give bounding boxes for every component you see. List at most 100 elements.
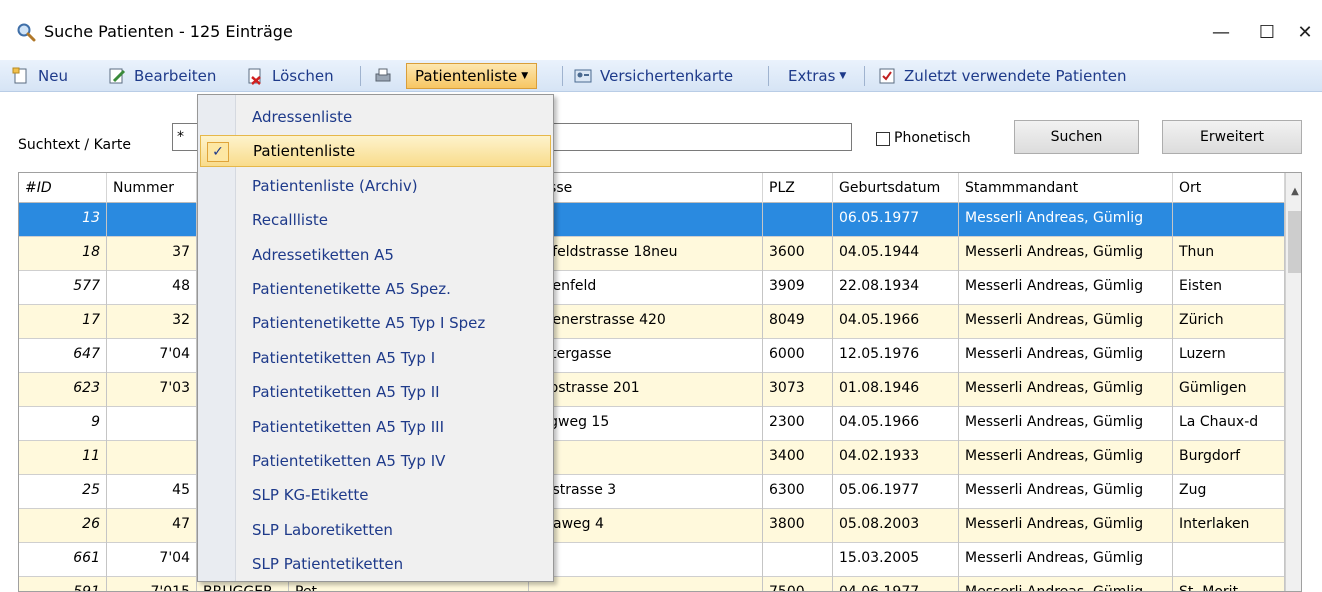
menu-item[interactable]: SLP KG-Etikette — [200, 479, 551, 511]
extras-label: Extras — [788, 67, 836, 85]
table-cell-adresse: edstrasse 3 — [529, 475, 763, 509]
table-cell-geburt: 22.08.1934 — [833, 271, 959, 305]
table-cell-nummer: 45 — [107, 475, 197, 509]
new-label: Neu — [38, 67, 68, 85]
table-cell-adresse — [529, 441, 763, 475]
table-cell-geburt: 04.05.1944 — [833, 237, 959, 271]
patientlist-dropdown-button[interactable]: Patientenliste ▼ — [406, 63, 538, 89]
table-cell-plz: 3600 — [763, 237, 833, 271]
table-cell-adresse: eefeldstrasse 18neu — [529, 237, 763, 271]
table-cell-plz: 8049 — [763, 305, 833, 339]
menu-item[interactable]: Patientenliste (Archiv) — [200, 170, 551, 202]
recent-patients-label: Zuletzt verwendete Patienten — [904, 67, 1127, 85]
menu-item-label: SLP Patientetiketten — [252, 555, 404, 574]
extras-dropdown-button[interactable]: Extras ▼ — [788, 64, 846, 88]
edit-button[interactable]: Bearbeiten — [108, 64, 216, 88]
column-header[interactable]: Nummer — [107, 173, 197, 203]
menu-item-label: Patientenliste — [253, 142, 356, 161]
menu-item[interactable]: Patientenetikette A5 Spez. — [200, 273, 551, 305]
column-header[interactable]: Stammmandant — [959, 173, 1173, 203]
column-header[interactable]: #ID — [19, 173, 107, 203]
menu-item-label: SLP Laboretiketten — [252, 520, 393, 539]
table-cell-ort — [1173, 203, 1285, 237]
table-cell-nummer: 7'03 — [107, 373, 197, 407]
column-header[interactable]: resse — [529, 173, 763, 203]
extended-search-button[interactable]: Erweitert — [1162, 120, 1302, 154]
vertical-scrollbar[interactable]: ▲ — [1285, 173, 1301, 591]
phonetic-checkbox[interactable] — [876, 132, 890, 146]
menu-item[interactable]: SLP Laboretiketten — [200, 514, 551, 546]
table-cell-mandant: Messerli Andreas, Gümlig — [959, 577, 1173, 591]
table-cell-nummer — [107, 441, 197, 475]
menu-item[interactable]: ✓ Patientenliste — [200, 135, 551, 168]
table-cell-adresse: eltaweg 4 — [529, 509, 763, 543]
table-cell-nummer — [107, 407, 197, 441]
table-cell-plz — [763, 203, 833, 237]
search-button[interactable]: Suchen — [1014, 120, 1139, 154]
print-button[interactable] — [374, 64, 400, 88]
title-bar: Suche Patienten - 125 Einträge — ☐ ✕ — [0, 0, 1322, 60]
menu-item[interactable]: SLP Patientetiketten — [200, 548, 551, 580]
menu-item[interactable]: Patientetiketten A5 Typ III — [200, 411, 551, 443]
table-cell-id: 661 — [19, 543, 107, 577]
table-cell-id: 17 — [19, 305, 107, 339]
table-cell-nummer: 37 — [107, 237, 197, 271]
toolbar-separator — [864, 66, 865, 86]
table-cell-id: 13 — [19, 203, 107, 237]
table-cell-id: 11 — [19, 441, 107, 475]
table-cell-plz: 2300 — [763, 407, 833, 441]
menu-item[interactable]: Patientetiketten A5 Typ IV — [200, 445, 551, 477]
table-cell-nummer: 7'015 — [107, 577, 197, 591]
table-cell-nummer: 7'04 — [107, 543, 197, 577]
table-cell-id: 577 — [19, 271, 107, 305]
table-cell-adresse: enenfeld — [529, 271, 763, 305]
column-header[interactable]: PLZ — [763, 173, 833, 203]
scroll-up-icon[interactable]: ▲ — [1286, 183, 1301, 201]
table-cell-plz: 3400 — [763, 441, 833, 475]
maximize-button[interactable]: ☐ — [1244, 12, 1290, 52]
menu-item-label: Patientenliste (Archiv) — [252, 176, 418, 195]
recent-patients-button[interactable]: Zuletzt verwendete Patienten — [878, 64, 1126, 88]
close-button[interactable]: ✕ — [1290, 12, 1320, 52]
table-cell-id: 591 — [19, 577, 107, 591]
toolbar-separator — [562, 66, 563, 86]
table-cell-mandant: Messerli Andreas, Gümlig — [959, 237, 1173, 271]
delete-button[interactable]: Löschen — [246, 64, 334, 88]
table-cell-id: 9 — [19, 407, 107, 441]
new-button[interactable]: Neu — [12, 64, 68, 88]
menu-item[interactable]: Patientenetikette A5 Typ I Spez — [200, 307, 551, 339]
insurance-card-button[interactable]: Versichertenkarte — [574, 64, 733, 88]
chevron-down-icon: ▼ — [839, 71, 847, 81]
toolbar: Neu Bearbeiten Löschen Patientenliste ▼ … — [0, 60, 1322, 92]
menu-item[interactable]: Adressetiketten A5 — [200, 239, 551, 271]
table-cell-adresse — [529, 577, 763, 591]
menu-item[interactable]: Patientetiketten A5 Typ II — [200, 376, 551, 408]
minimize-button[interactable]: — — [1198, 12, 1244, 52]
table-cell-adresse: orbstrasse 201 — [529, 373, 763, 407]
table-cell-adresse: adenerstrasse 420 — [529, 305, 763, 339]
menu-item[interactable]: Adressenliste — [200, 101, 551, 133]
patientlist-label: Patientenliste — [415, 67, 518, 85]
toolbar-separator — [360, 66, 361, 86]
scrollbar-thumb[interactable] — [1288, 211, 1301, 273]
insurance-card-label: Versichertenkarte — [600, 67, 734, 85]
table-cell-plz: 3800 — [763, 509, 833, 543]
menu-item-label: Patientetiketten A5 Typ III — [252, 417, 444, 436]
table-cell-adresse — [529, 203, 763, 237]
table-cell-mandant: Messerli Andreas, Gümlig — [959, 475, 1173, 509]
recent-list-icon — [879, 68, 895, 84]
table-cell-mandant: Messerli Andreas, Gümlig — [959, 543, 1173, 577]
table-cell-mandant: Messerli Andreas, Gümlig — [959, 271, 1173, 305]
table-cell-geburt: 15.03.2005 — [833, 543, 959, 577]
chevron-down-icon: ▼ — [521, 71, 529, 81]
table-cell-nummer: 32 — [107, 305, 197, 339]
menu-item-label: Recallliste — [252, 211, 329, 230]
menu-item[interactable]: Patientetiketten A5 Typ I — [200, 342, 551, 374]
column-header[interactable]: Geburtsdatum — [833, 173, 959, 203]
menu-item[interactable]: Recallliste — [200, 204, 551, 236]
menu-item-label: Patientetiketten A5 Typ IV — [252, 452, 446, 470]
table-cell-mandant: Messerli Andreas, Gümlig — [959, 407, 1173, 441]
column-header[interactable]: Ort — [1173, 173, 1285, 203]
menu-item-label: Patientenetikette A5 Typ I Spez — [252, 314, 486, 333]
table-cell-plz: 6000 — [763, 339, 833, 373]
